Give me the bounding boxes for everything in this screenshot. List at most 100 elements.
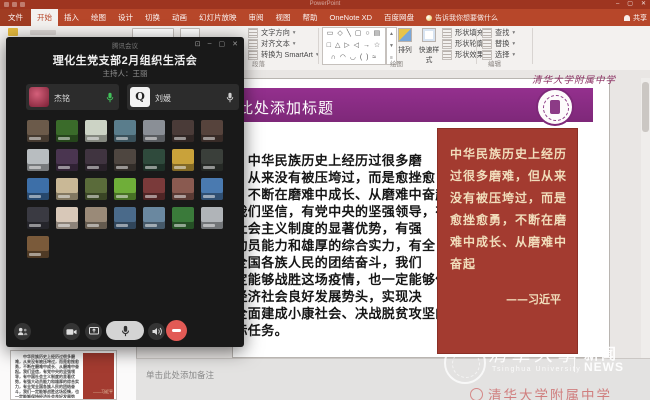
ppt-window-control-3-icon[interactable]: ✕ bbox=[641, 0, 646, 9]
arrange-button[interactable]: 排列 bbox=[392, 28, 418, 54]
featured-participant-1[interactable]: 杰铭 bbox=[26, 84, 119, 110]
arrange-icon bbox=[398, 28, 412, 42]
shape-format-icon bbox=[442, 39, 452, 49]
shape-row[interactable]: ▭ ◇ ╲ ▢ ○ ▤ bbox=[323, 28, 385, 40]
window-controls[interactable]: –▢ ✕ bbox=[616, 0, 646, 9]
participant-tile-17[interactable] bbox=[85, 178, 107, 200]
notes-placeholder[interactable]: 单击此处添加备注 bbox=[146, 369, 214, 381]
participant-tile-14[interactable] bbox=[201, 149, 223, 171]
editing-2-button[interactable]: 替换▾ bbox=[482, 39, 515, 49]
participant-tile-11[interactable] bbox=[114, 149, 136, 171]
quote-attribution: ——习近平 bbox=[450, 291, 567, 307]
text-line: 过很多磨难，但从来 bbox=[450, 165, 567, 187]
microphone-pill-button[interactable] bbox=[106, 321, 144, 340]
slide-body-text[interactable]: 中华民族历史上经历过很多磨难，从来没有被压垮过，而是愈挫愈勇，不断在磨难中成长、… bbox=[221, 152, 462, 339]
ppt-window-control-1-icon[interactable]: – bbox=[616, 0, 619, 9]
scrollbar-thumb[interactable] bbox=[642, 82, 649, 132]
participant-tile-12[interactable] bbox=[143, 149, 165, 171]
text-line: 中华民族历史上经历 bbox=[450, 143, 567, 165]
ribbon-tab-9[interactable]: 审阅 bbox=[243, 9, 270, 26]
ppt-window-control-2-icon[interactable]: ▢ bbox=[627, 0, 633, 9]
shapes-gallery[interactable]: ▭ ◇ ╲ ▢ ○ ▤□ △ ▷ ◁ → ☆∩ ◠ ◡ ( ) ≈ bbox=[322, 27, 386, 65]
participant-tile-15[interactable] bbox=[27, 178, 49, 200]
ribbon-tab-3[interactable]: 插入 bbox=[58, 9, 85, 26]
ribbon-tab-11[interactable]: 帮助 bbox=[297, 9, 324, 26]
share-screen-button[interactable] bbox=[85, 323, 102, 340]
slide-thumbnail[interactable]: 中华民族历史上经历过很多磨难，从来没有被压垮过，而是愈挫愈勇，不断在磨难中成长、… bbox=[10, 350, 117, 400]
meeting-window-controls[interactable]: ⊡–▢ ✕ bbox=[195, 40, 238, 48]
participant-tile-23[interactable] bbox=[56, 207, 78, 229]
paragraph-option-1-button[interactable]: 文字方向▾ bbox=[248, 28, 296, 38]
ribbon-tab-10[interactable]: 视图 bbox=[270, 9, 297, 26]
ribbon-tab-2[interactable]: 开始 bbox=[31, 9, 58, 26]
editing-1-button[interactable]: 查找▾ bbox=[482, 28, 515, 38]
paste-icon[interactable] bbox=[8, 28, 18, 36]
participant-tile-26[interactable] bbox=[143, 207, 165, 229]
meeting-window-control-4-icon[interactable]: ✕ bbox=[232, 40, 238, 48]
participant-tile-2[interactable] bbox=[56, 120, 78, 142]
participant-tile-7[interactable] bbox=[201, 120, 223, 142]
app-title: PowerPoint bbox=[0, 1, 650, 7]
shape-row[interactable]: □ △ ▷ ◁ → ☆ bbox=[323, 40, 385, 52]
participant-tile-18[interactable] bbox=[114, 178, 136, 200]
text-line: 难中成长、从磨难中 bbox=[450, 231, 567, 253]
tell-me-search[interactable]: 告诉我你想要做什么 bbox=[420, 9, 504, 26]
ribbon-tab-4[interactable]: 绘图 bbox=[85, 9, 112, 26]
participant-tile-20[interactable] bbox=[172, 178, 194, 200]
ribbon-tab-6[interactable]: 切换 bbox=[139, 9, 166, 26]
participant-tile-28[interactable] bbox=[201, 207, 223, 229]
undo-icon[interactable] bbox=[12, 2, 17, 7]
participant-tile-16[interactable] bbox=[56, 178, 78, 200]
meeting-window-control-1-icon[interactable]: ⊡ bbox=[195, 40, 201, 48]
participants-button[interactable] bbox=[14, 323, 31, 340]
editing-group-label: 编辑 bbox=[488, 58, 501, 68]
participant-tile-3[interactable] bbox=[85, 120, 107, 142]
redo-icon[interactable] bbox=[20, 2, 25, 7]
ribbon-tab-12[interactable]: OneNote XD bbox=[324, 9, 379, 26]
participant-tile-4[interactable] bbox=[114, 120, 136, 142]
paragraph-option-2-button[interactable]: 对齐文本▾ bbox=[248, 39, 296, 49]
quick-styles-button[interactable]: 快速样式 bbox=[416, 28, 442, 64]
screen: PowerPoint –▢✕ 文件开始插入绘图设计切换动画幻灯片放映审阅视图帮助… bbox=[0, 0, 650, 400]
participant-tile-13[interactable] bbox=[172, 149, 194, 171]
mic-muted-icon bbox=[226, 90, 234, 108]
ribbon-tabs: 文件开始插入绘图设计切换动画幻灯片放映审阅视图帮助OneNote XD百度网盘告… bbox=[0, 9, 650, 26]
end-meeting-button[interactable] bbox=[166, 320, 187, 341]
paragraph-group-label: 段落 bbox=[252, 58, 265, 68]
participant-tile-19[interactable] bbox=[143, 178, 165, 200]
share-button[interactable]: 共享 bbox=[624, 9, 647, 26]
meeting-window[interactable]: 腾讯会议 ⊡–▢✕ 理化生党支部2月组织生活会 主持人：王丽 杰铭 Q 刘媛 bbox=[6, 37, 244, 347]
camera-button[interactable] bbox=[63, 323, 80, 340]
participant-grid bbox=[27, 120, 230, 258]
ribbon-tab-8[interactable]: 幻灯片放映 bbox=[193, 9, 243, 26]
slide-quote-box[interactable]: 中华民族历史上经历过很多磨难，但从来没有被压垮过，而是愈挫愈勇，不断在磨难中成长… bbox=[437, 128, 578, 354]
participant-tile-29[interactable] bbox=[27, 236, 49, 258]
quick-styles-icon bbox=[422, 28, 436, 42]
participant-tile-5[interactable] bbox=[143, 120, 165, 142]
participant-tile-27[interactable] bbox=[172, 207, 194, 229]
ribbon-tab-7[interactable]: 动画 bbox=[166, 9, 193, 26]
participant-tile-1[interactable] bbox=[27, 120, 49, 142]
speaker-button[interactable] bbox=[148, 323, 165, 340]
participant-tile-22[interactable] bbox=[27, 207, 49, 229]
participant-tile-21[interactable] bbox=[201, 178, 223, 200]
meeting-window-control-2-icon[interactable]: – bbox=[208, 40, 212, 48]
participant-tile-9[interactable] bbox=[56, 149, 78, 171]
ribbon-tab-5[interactable]: 设计 bbox=[112, 9, 139, 26]
featured-participant-2[interactable]: Q 刘媛 bbox=[127, 84, 239, 110]
meeting-window-control-3-icon[interactable]: ▢ bbox=[219, 40, 226, 48]
text-line: 奋起 bbox=[450, 253, 567, 275]
shape-row[interactable]: ∩ ◠ ◡ ( ) ≈ bbox=[323, 52, 385, 64]
person-icon bbox=[624, 15, 630, 21]
participant-tile-6[interactable] bbox=[172, 120, 194, 142]
participant-tile-25[interactable] bbox=[114, 207, 136, 229]
text-line: 目标任务。 bbox=[221, 322, 462, 339]
text-line: 大动员能力和雄厚的综合实力，有全 bbox=[221, 237, 462, 254]
ribbon-tab-1[interactable]: 文件 bbox=[0, 9, 31, 26]
participant-tile-8[interactable] bbox=[27, 149, 49, 171]
participant-tile-10[interactable] bbox=[85, 149, 107, 171]
ribbon-tab-13[interactable]: 百度网盘 bbox=[378, 9, 420, 26]
quick-access-toolbar[interactable] bbox=[4, 2, 25, 7]
save-icon[interactable] bbox=[4, 2, 9, 7]
participant-tile-24[interactable] bbox=[85, 207, 107, 229]
